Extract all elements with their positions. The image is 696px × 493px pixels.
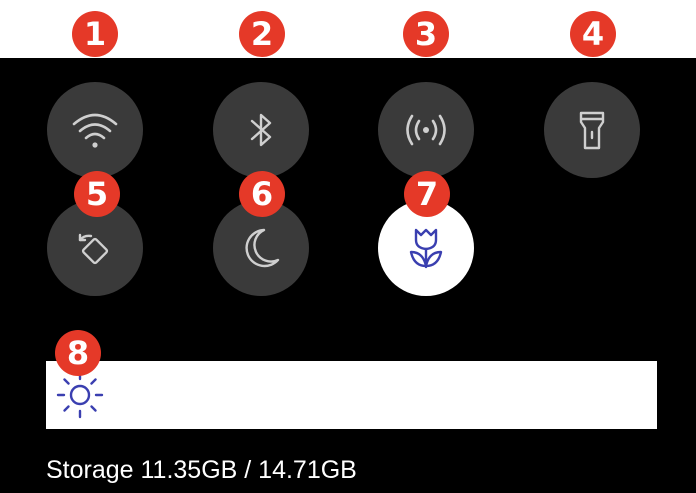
brightness-slider[interactable]	[46, 361, 657, 429]
moon-icon	[245, 228, 280, 268]
wifi-toggle[interactable]	[47, 82, 143, 178]
storage-label: Storage 11.35GB / 14.71GB	[46, 456, 357, 484]
callout-badge-6: 6	[239, 171, 285, 217]
flashlight-icon	[579, 111, 605, 150]
hotspot-icon	[406, 114, 446, 146]
callout-badge-3: 3	[403, 11, 449, 57]
tulip-icon	[409, 228, 443, 269]
flashlight-toggle[interactable]	[544, 82, 640, 178]
bluetooth-toggle[interactable]	[213, 82, 309, 178]
hotspot-toggle[interactable]	[378, 82, 474, 178]
callout-badge-7: 7	[404, 171, 450, 217]
callout-badge-2: 2	[239, 11, 285, 57]
callout-badge-8: 8	[55, 330, 101, 376]
wifi-icon	[72, 113, 118, 148]
auto-rotate-icon	[78, 233, 109, 265]
callout-badge-4: 4	[570, 11, 616, 57]
bluetooth-icon	[250, 113, 272, 147]
callout-badge-1: 1	[72, 11, 118, 57]
callout-badge-5: 5	[74, 171, 120, 217]
